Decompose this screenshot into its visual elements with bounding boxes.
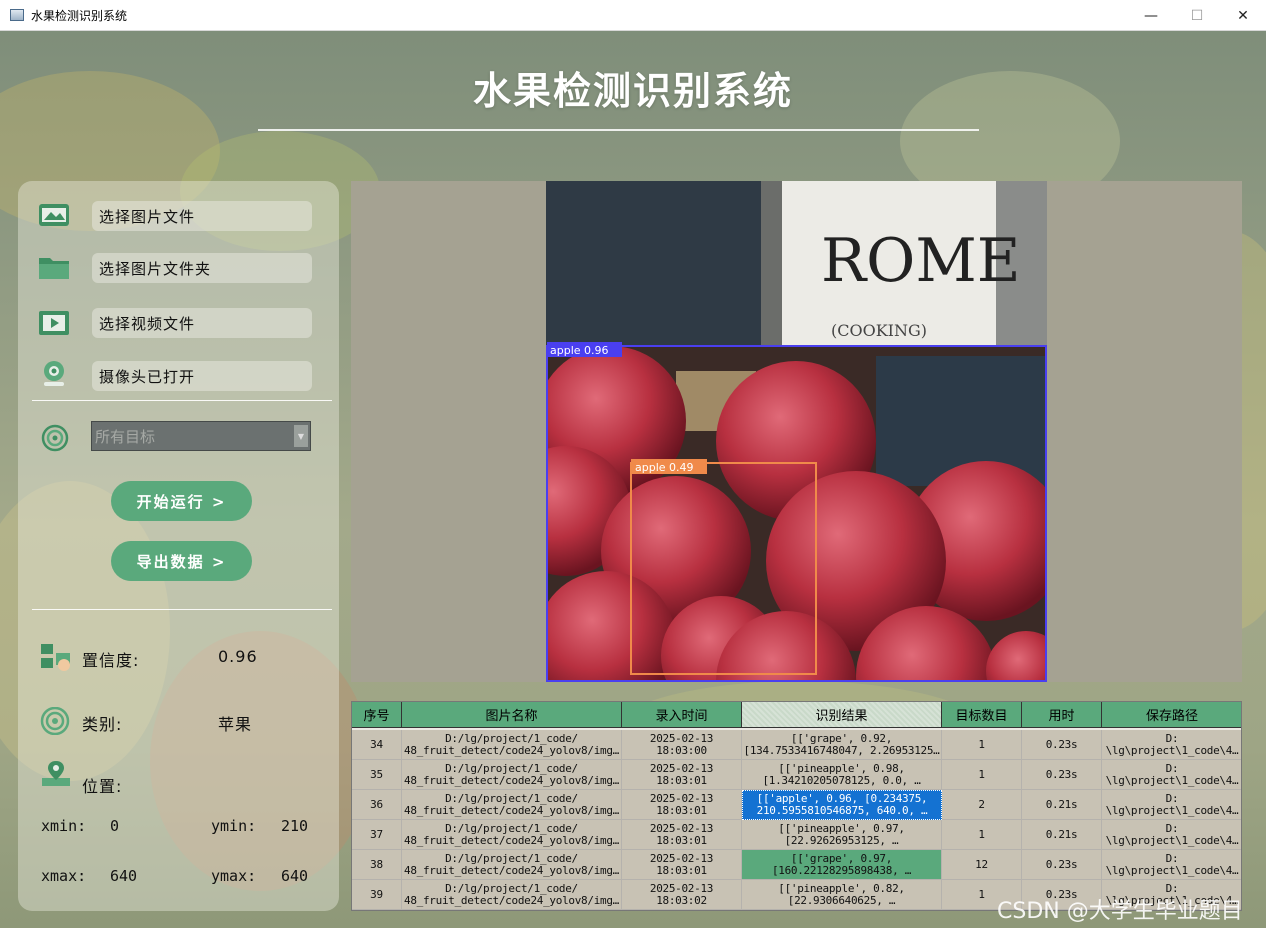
image-folder-icon [39, 204, 69, 226]
table-cell-time[interactable]: 2025-02-13 18:03:01 [622, 790, 742, 820]
xmax-value: 640 [110, 867, 138, 885]
table-cell-duration[interactable]: 0.21s [1022, 820, 1102, 850]
table-cell-result[interactable]: [['apple', 0.96, [0.234375, 210.59558105… [742, 790, 942, 820]
table-cell-duration[interactable]: 0.23s [1022, 730, 1102, 760]
ymin-value: 210 [281, 817, 309, 835]
table-cell-count[interactable]: 12 [942, 850, 1022, 880]
column-header-name[interactable]: 图片名称 [402, 702, 622, 728]
table-cell-name[interactable]: D:/lg/project/1_code/ 48_fruit_detect/co… [402, 790, 622, 820]
table-cell-name[interactable]: D:/lg/project/1_code/ 48_fruit_detect/co… [402, 880, 622, 910]
table-cell-path[interactable]: D: \lg\project\1_code\4… [1102, 790, 1241, 820]
select-folder-button[interactable]: 选择图片文件夹 [92, 253, 312, 283]
ymin-label: ymin: [211, 817, 257, 835]
table-cell-result[interactable]: [['grape', 0.97, [160.22128295898438, … [742, 850, 942, 880]
sign-subtext: (COOKING) [831, 321, 927, 340]
confidence-label: 置信度: [82, 651, 140, 670]
table-cell-name[interactable]: D:/lg/project/1_code/ 48_fruit_detect/co… [402, 730, 622, 760]
column-header-path[interactable]: 保存路径 [1102, 702, 1241, 728]
start-run-button[interactable]: 开始运行 > [111, 481, 252, 521]
xmin-label: xmin: [41, 817, 87, 835]
export-data-button[interactable]: 导出数据 > [111, 541, 252, 581]
table-cell-id[interactable]: 37 [352, 820, 402, 850]
position-label: 位置: [82, 777, 123, 796]
table-cell-result[interactable]: [['pineapple', 0.82, [22.9306640625, … [742, 880, 942, 910]
close-button[interactable]: ✕ [1220, 0, 1266, 31]
camera-icon [44, 361, 64, 386]
table-cell-id[interactable]: 36 [352, 790, 402, 820]
table-cell-result[interactable]: [['pineapple', 0.98, [1.34210205078125, … [742, 760, 942, 790]
select-image-button[interactable]: 选择图片文件 [92, 201, 312, 231]
table-cell-count[interactable]: 1 [942, 760, 1022, 790]
location-icon [42, 761, 70, 786]
table-cell-name[interactable]: D:/lg/project/1_code/ 48_fruit_detect/co… [402, 850, 622, 880]
confidence-value: 0.96 [218, 647, 258, 666]
column-header-count[interactable]: 目标数目 [942, 702, 1022, 728]
table-cell-path[interactable]: D: \lg\project\1_code\4… [1102, 760, 1241, 790]
maximize-button[interactable]: ☐ [1174, 0, 1220, 31]
table-cell-name[interactable]: D:/lg/project/1_code/ 48_fruit_detect/co… [402, 760, 622, 790]
class-icon [40, 707, 70, 735]
page-title: 水果检测识别系统 [472, 69, 793, 113]
class-label: 类别: [82, 715, 123, 734]
table-cell-count[interactable]: 1 [942, 730, 1022, 760]
table-cell-count[interactable]: 2 [942, 790, 1022, 820]
minimize-button[interactable]: — [1128, 0, 1174, 31]
table-cell-time[interactable]: 2025-02-13 18:03:02 [622, 880, 742, 910]
window-title: 水果检测识别系统 [31, 8, 128, 23]
watermark: CSDN @大学生毕业题目 [997, 899, 1243, 924]
table-cell-id[interactable]: 38 [352, 850, 402, 880]
column-header-result[interactable]: 识别结果 [742, 702, 942, 728]
table-cell-duration[interactable]: 0.23s [1022, 760, 1102, 790]
table-row[interactable]: 36 D:/lg/project/1_code/ 48_fruit_detect/… [352, 790, 1241, 820]
window-titlebar: 水果检测识别系统 — ☐ ✕ [0, 0, 1266, 31]
table-cell-path[interactable]: D: \lg\project\1_code\4… [1102, 850, 1241, 880]
column-header-duration[interactable]: 用时 [1022, 702, 1102, 728]
table-cell-id[interactable]: 35 [352, 760, 402, 790]
table-cell-time[interactable]: 2025-02-13 18:03:01 [622, 760, 742, 790]
target-icon [41, 424, 69, 452]
xmin-value: 0 [110, 817, 120, 835]
table-cell-id[interactable]: 39 [352, 880, 402, 910]
xmax-label: xmax: [41, 867, 87, 885]
sign-text: ROME [821, 226, 1021, 296]
table-cell-count[interactable]: 1 [942, 820, 1022, 850]
table-cell-id[interactable]: 34 [352, 730, 402, 760]
table-cell-time[interactable]: 2025-02-13 18:03:01 [622, 820, 742, 850]
detection-image: ROME (COOKING) apple 0.96 apple 0.49 [546, 181, 1047, 682]
table-cell-duration[interactable]: 0.21s [1022, 790, 1102, 820]
table-cell-name[interactable]: D:/lg/project/1_code/ 48_fruit_detect/co… [402, 820, 622, 850]
target-select[interactable]: 所有目标 ▼ [91, 421, 311, 451]
detection-label-2: apple 0.49 [635, 461, 694, 474]
chevron-down-icon[interactable]: ▼ [294, 425, 308, 447]
class-value: 苹果 [218, 715, 253, 734]
column-header-id[interactable]: 序号 [352, 702, 402, 728]
table-cell-path[interactable]: D: \lg\project\1_code\4… [1102, 730, 1241, 760]
target-select-value: 所有目标 [95, 427, 156, 446]
folder-icon [39, 258, 69, 279]
table-row[interactable]: 38 D:/lg/project/1_code/ 48_fruit_detect/… [352, 850, 1241, 880]
confidence-icon [41, 644, 70, 671]
table-cell-time[interactable]: 2025-02-13 18:03:01 [622, 850, 742, 880]
ymax-value: 640 [281, 867, 309, 885]
camera-button[interactable]: 摄像头已打开 [92, 361, 312, 391]
results-table[interactable]: 序号 图片名称 录入时间 识别结果 目标数目 用时 保存路径 34 D:/lg/p… [351, 701, 1242, 911]
table-header: 序号 图片名称 录入时间 识别结果 目标数目 用时 保存路径 [352, 702, 1241, 728]
table-cell-path[interactable]: D: \lg\project\1_code\4… [1102, 820, 1241, 850]
table-row[interactable]: 37 D:/lg/project/1_code/ 48_fruit_detect/… [352, 820, 1241, 850]
table-row[interactable]: 34 D:/lg/project/1_code/ 48_fruit_detect/… [352, 730, 1241, 760]
table-cell-time[interactable]: 2025-02-13 18:03:00 [622, 730, 742, 760]
table-row[interactable]: 35 D:/lg/project/1_code/ 48_fruit_detect/… [352, 760, 1241, 790]
column-header-time[interactable]: 录入时间 [622, 702, 742, 728]
video-file-icon [39, 311, 69, 335]
title-divider [258, 129, 979, 131]
panel-divider [32, 609, 332, 610]
table-cell-result[interactable]: [['grape', 0.92, [134.7533416748047, 2.2… [742, 730, 942, 760]
ymax-label: ymax: [211, 867, 257, 885]
table-cell-duration[interactable]: 0.23s [1022, 850, 1102, 880]
table-cell-result[interactable]: [['pineapple', 0.97, [22.92626953125, … [742, 820, 942, 850]
detection-label-1: apple 0.96 [550, 344, 609, 357]
select-video-button[interactable]: 选择视频文件 [92, 308, 312, 338]
panel-divider [32, 400, 332, 401]
app-icon [10, 9, 24, 21]
